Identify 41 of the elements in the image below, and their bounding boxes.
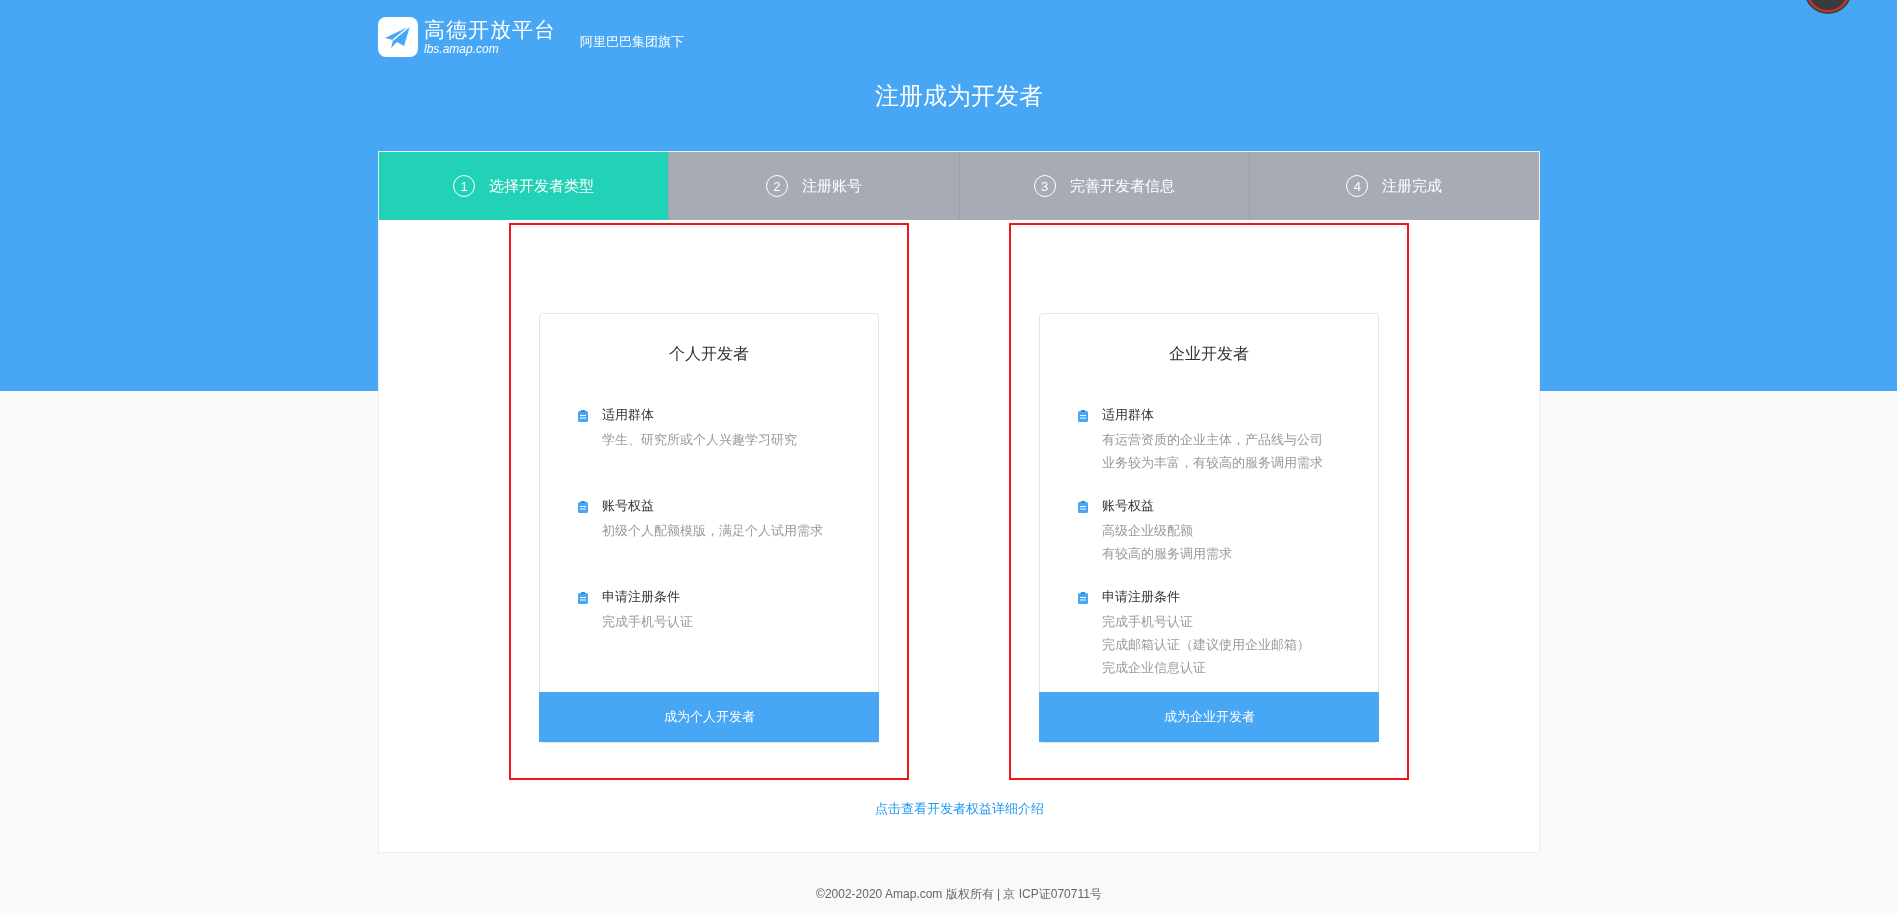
section-text: 高级企业级配额	[1102, 522, 1194, 540]
become-developer-button[interactable]: 成为个人开发者	[539, 692, 879, 742]
page-title: 注册成为开发者	[874, 81, 1044, 111]
section-text: 完成企业信息认证	[1102, 659, 1207, 677]
section-heading: 申请注册条件	[602, 588, 681, 606]
clipboard-icon	[1078, 501, 1088, 513]
section-heading: 账号权益	[1102, 497, 1155, 515]
section-text: 完成手机号认证	[1102, 613, 1194, 631]
step-tab[interactable]: 1 选择开发者类型	[379, 152, 669, 220]
details-link[interactable]: 点击查看开发者权益详细介绍	[874, 801, 1044, 816]
clipboard-icon	[1078, 410, 1088, 422]
tagline: 阿里巴巴集团旗下	[580, 33, 684, 51]
clipboard-icon	[578, 501, 588, 513]
paper-plane-logo-icon	[378, 17, 418, 57]
step-label: 注册账号	[801, 176, 862, 196]
section-text: 有运营资质的企业主体，产品线与公司	[1102, 431, 1323, 449]
section-text: 初级个人配额模版，满足个人试用需求	[602, 522, 823, 540]
clipboard-icon	[578, 592, 588, 604]
section-text: 学生、研究所或个人兴趣学习研究	[602, 431, 797, 449]
section-text: 有较高的服务调用需求	[1102, 545, 1232, 563]
section-text: 完成手机号认证	[602, 613, 693, 631]
section-heading: 账号权益	[602, 497, 655, 515]
section-text: 完成邮箱认证（建议使用企业邮箱）	[1102, 636, 1310, 654]
section-heading: 适用群体	[1102, 406, 1155, 424]
step-label: 选择开发者类型	[489, 176, 595, 196]
card-title: 企业开发者	[1168, 344, 1250, 364]
copyright-text: ©2002-2020 Amap.com 版权所有 | 京 ICP证070711号	[815, 886, 1103, 903]
section-heading: 适用群体	[602, 406, 655, 424]
clipboard-icon	[1078, 592, 1088, 604]
step-tab[interactable]: 2 注册账号	[668, 152, 959, 220]
step-label: 完善开发者信息	[1069, 176, 1175, 196]
section-text: 业务较为丰富，有较高的服务调用需求	[1102, 454, 1323, 472]
card-title: 个人开发者	[668, 344, 750, 364]
become-developer-button[interactable]: 成为企业开发者	[1039, 692, 1379, 742]
step-tab[interactable]: 3 完善开发者信息	[958, 152, 1249, 220]
step-label: 注册完成	[1382, 176, 1443, 196]
clipboard-icon	[578, 410, 588, 422]
section-heading: 申请注册条件	[1102, 588, 1181, 606]
step-tab[interactable]: 4 注册完成	[1248, 152, 1539, 220]
logo-text: 高德开放平台	[424, 18, 556, 42]
logo-url: lbs.amap.com	[424, 42, 500, 56]
